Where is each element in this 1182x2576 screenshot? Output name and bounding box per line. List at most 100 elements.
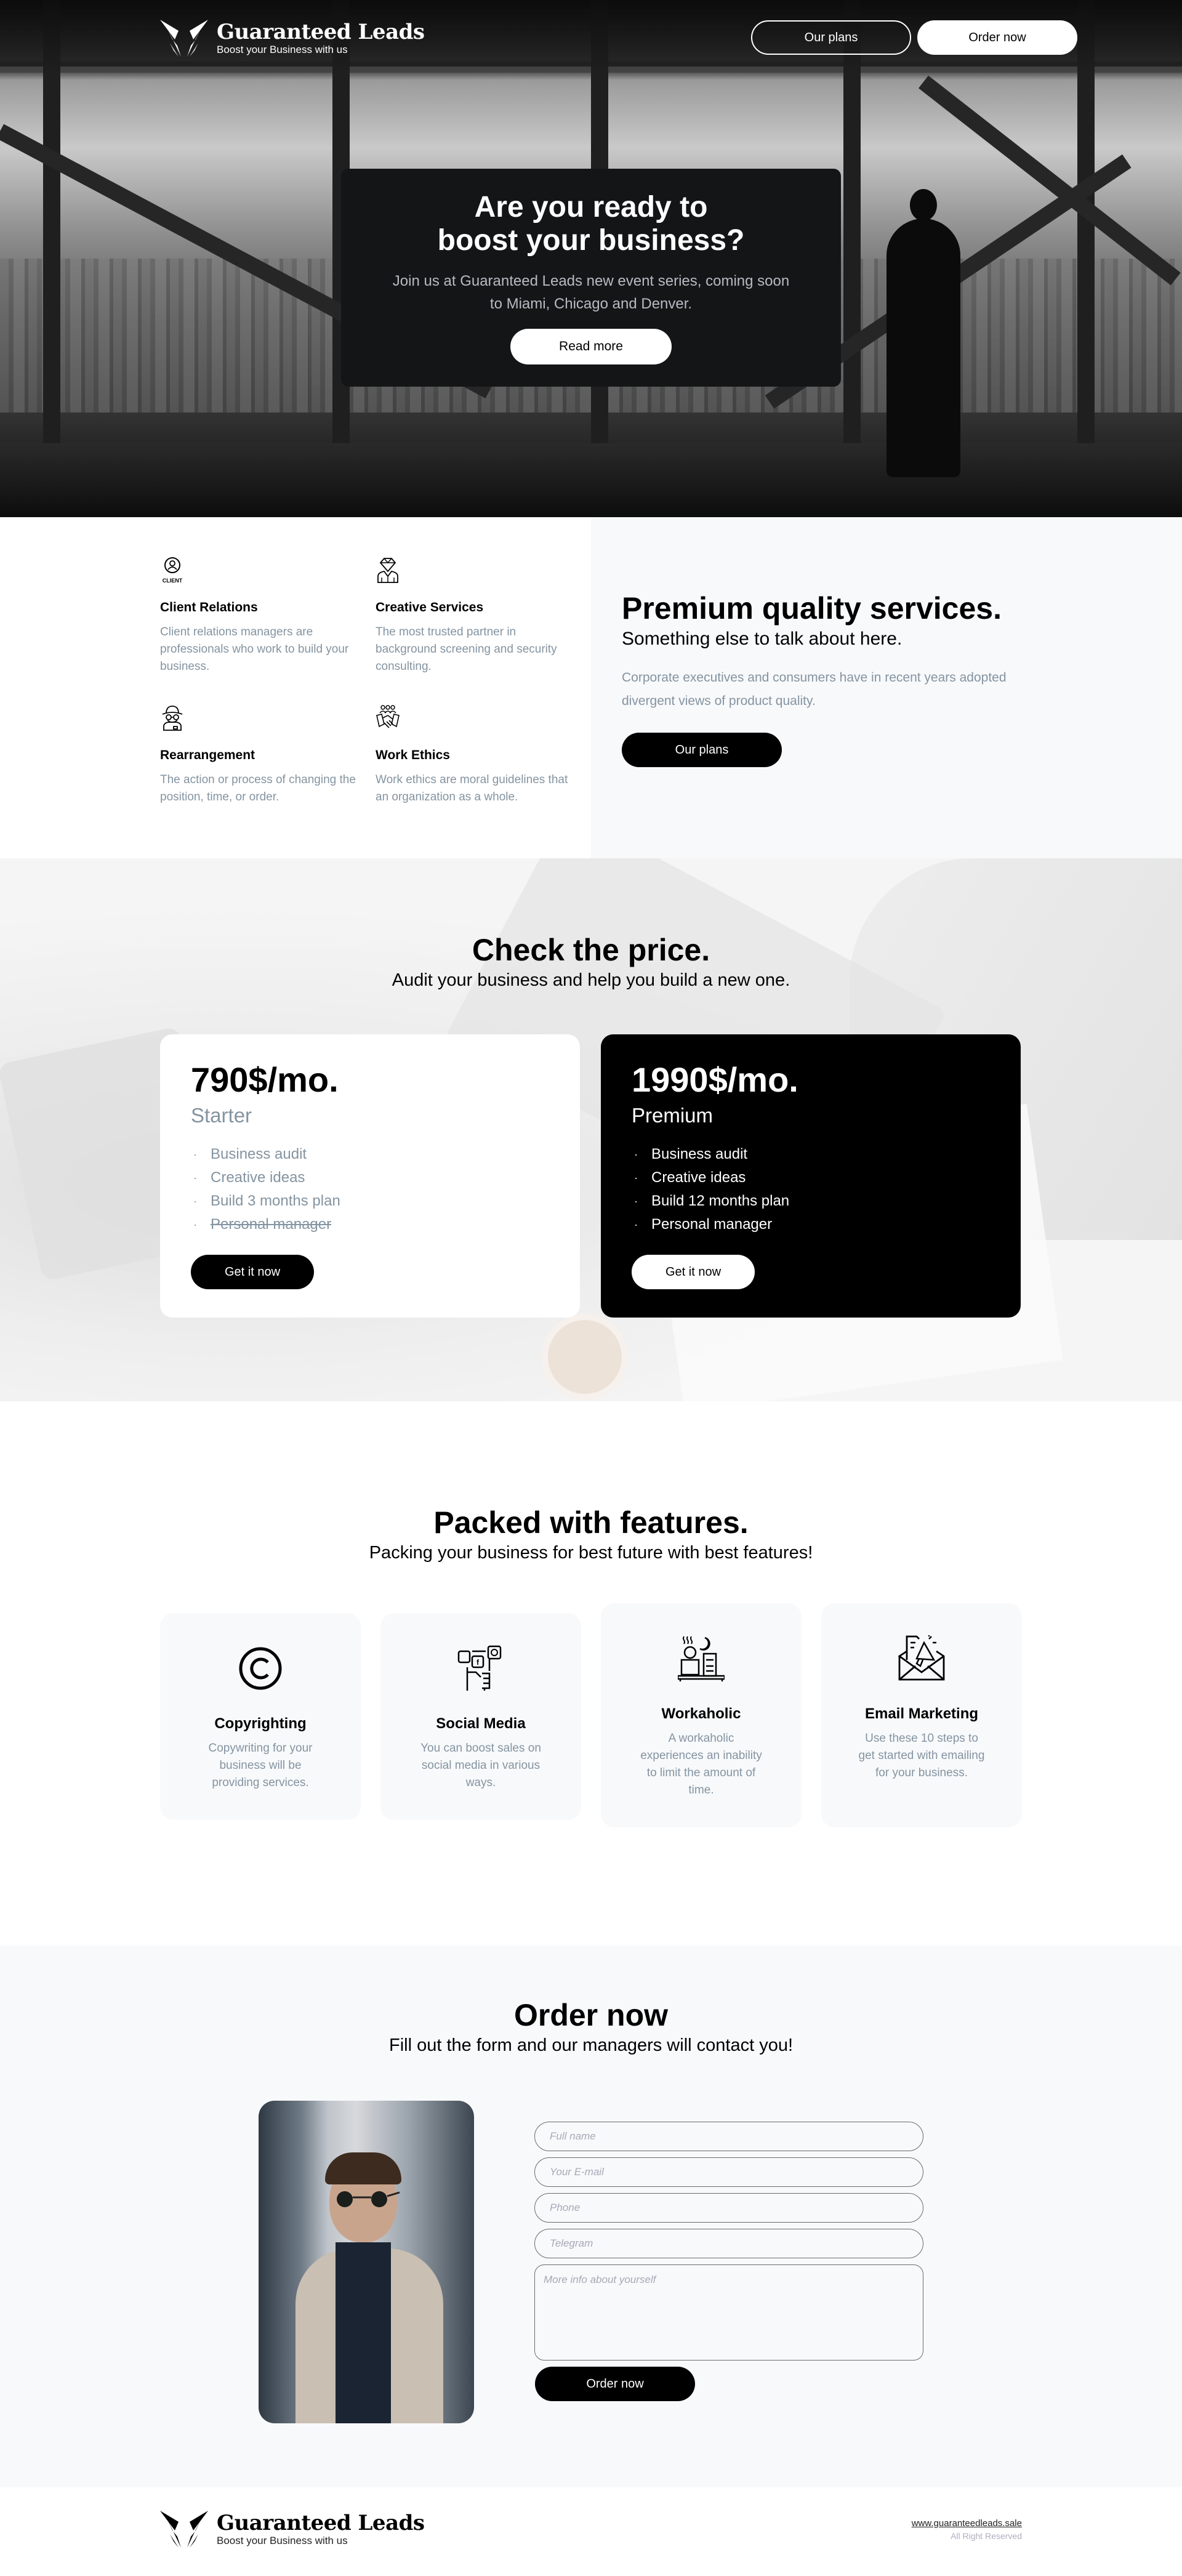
client-icon: CLIENT bbox=[163, 557, 183, 584]
pricing-subtitle: Audit your business and help you build a… bbox=[392, 970, 790, 990]
footer: Guaranteed Leads Boost your Business wit… bbox=[0, 2487, 1182, 2576]
plan-feature: · Business audit bbox=[191, 1143, 549, 1166]
feature-card: Email Marketing Use these 10 steps to ge… bbox=[821, 1603, 1022, 1827]
feature-title: Copyrighting bbox=[214, 1715, 307, 1732]
hero-title-line2: boost your business? bbox=[437, 224, 745, 257]
feature-card: Workaholic A workaholic experiences an i… bbox=[601, 1603, 802, 1827]
nav-our-plans-button[interactable]: Our plans bbox=[751, 20, 911, 55]
social-media-icon: f bbox=[457, 1645, 502, 1691]
get-it-now-premium-button[interactable]: Get it now bbox=[632, 1255, 755, 1289]
manager-photo bbox=[259, 2101, 474, 2423]
premium-title: Premium quality services. bbox=[622, 591, 1002, 626]
brand-tagline: Boost your Business with us bbox=[217, 44, 348, 55]
pricing-section: Check the price. Audit your business and… bbox=[0, 858, 1182, 1401]
plan-feature-excluded: · Personal manager bbox=[191, 1213, 549, 1236]
hero-description: Join us at Guaranteed Leads new event se… bbox=[341, 270, 841, 315]
hero-title-line1: Are you ready to bbox=[474, 191, 708, 223]
more-info-textarea[interactable] bbox=[534, 2264, 923, 2361]
feature-card: f Social Media You can boost sales on so… bbox=[380, 1613, 581, 1820]
hero-card: Are you ready to boost your business? Jo… bbox=[341, 169, 841, 387]
service-item: Creative Services The most trusted partn… bbox=[376, 557, 579, 675]
service-item: CLIENT Client Relations Client relations… bbox=[160, 557, 363, 675]
features-section: Packed with features. Packing your busin… bbox=[0, 1401, 1182, 1946]
get-it-now-starter-button[interactable]: Get it now bbox=[191, 1255, 314, 1289]
service-description: Work ethics are moral guidelines that an… bbox=[376, 773, 568, 803]
brand-name: Guaranteed Leads bbox=[217, 2511, 425, 2535]
premium-our-plans-button[interactable]: Our plans bbox=[622, 733, 782, 767]
premium-subtitle: Something else to talk about here. bbox=[622, 629, 903, 649]
bullet-icon: · bbox=[634, 1195, 638, 1207]
plan-feature: · Build 3 months plan bbox=[191, 1189, 549, 1213]
plan-feature: · Creative ideas bbox=[191, 1166, 549, 1189]
phone-input[interactable] bbox=[534, 2193, 923, 2223]
brand-logo[interactable]: Guaranteed Leads Boost your Business wit… bbox=[160, 18, 425, 58]
footer-rights: All Right Reserved bbox=[951, 2531, 1022, 2541]
bullet-icon: · bbox=[193, 1195, 197, 1207]
plan-card-premium: 1990$/mo. Premium · Business audit · Creat… bbox=[601, 1034, 1021, 1318]
feature-title: Workaholic bbox=[661, 1705, 741, 1722]
features-subtitle: Packing your business for best future wi… bbox=[369, 1543, 813, 1563]
services-section: CLIENT Client Relations Client relations… bbox=[0, 517, 1182, 858]
bullet-icon: · bbox=[634, 1148, 638, 1161]
service-description: The most trusted partner in background s… bbox=[376, 626, 557, 673]
bullet-icon: · bbox=[634, 1218, 638, 1231]
top-nav: Guaranteed Leads Boost your Business wit… bbox=[0, 0, 1182, 74]
brand-name: Guaranteed Leads bbox=[217, 20, 425, 44]
detective-icon bbox=[162, 706, 183, 731]
bullet-icon: · bbox=[193, 1218, 197, 1231]
plan-feature-list: · Business audit · Creative ideas · Build 1… bbox=[632, 1143, 990, 1236]
service-description: The action or process of changing the po… bbox=[160, 773, 356, 803]
footer-brand-logo[interactable]: Guaranteed Leads Boost your Business wit… bbox=[160, 2510, 425, 2549]
service-item: Rearrangement The action or process of c… bbox=[160, 704, 363, 806]
order-subtitle: Fill out the form and our managers will … bbox=[388, 2035, 794, 2055]
service-description: Client relations managers are profession… bbox=[160, 626, 349, 673]
svg-text:f: f bbox=[476, 1658, 480, 1667]
plan-feature: · Creative ideas bbox=[632, 1166, 990, 1189]
hero-description-line2: to Miami, Chicago and Denver. bbox=[489, 296, 693, 312]
workaholic-icon bbox=[678, 1636, 725, 1681]
nav-order-now-button[interactable]: Order now bbox=[917, 20, 1077, 55]
features-title: Packed with features. bbox=[433, 1505, 749, 1540]
feature-title: Email Marketing bbox=[864, 1705, 979, 1722]
order-title: Order now bbox=[513, 1998, 669, 2032]
plan-card-starter: 790$/mo. Starter · Business audit · Creati… bbox=[160, 1034, 580, 1318]
plan-price: 790$/mo. bbox=[191, 1060, 339, 1099]
feature-description: A workaholic experiences an inability to… bbox=[640, 1732, 762, 1797]
email-input[interactable] bbox=[534, 2157, 923, 2187]
service-item: Work Ethics Work ethics are moral guidel… bbox=[376, 704, 579, 806]
handshake-team-icon bbox=[376, 705, 400, 728]
full-name-input[interactable] bbox=[534, 2122, 923, 2151]
footer-website-link[interactable]: www.guaranteedleads.sale bbox=[912, 2518, 1022, 2529]
hero-description-line1: Join us at Guaranteed Leads new event se… bbox=[392, 273, 790, 289]
plan-name: Starter bbox=[191, 1104, 252, 1127]
copyright-icon bbox=[239, 1647, 282, 1690]
pricing-title: Check the price. bbox=[472, 933, 710, 967]
service-title: Rearrangement bbox=[160, 748, 255, 762]
services-grid: CLIENT Client Relations Client relations… bbox=[0, 517, 591, 858]
bullet-icon: · bbox=[634, 1172, 638, 1184]
hero-section: Guaranteed Leads Boost your Business wit… bbox=[0, 0, 1182, 517]
bullet-icon: · bbox=[193, 1172, 197, 1184]
telegram-input[interactable] bbox=[534, 2229, 923, 2258]
feature-title: Social Media bbox=[436, 1715, 526, 1732]
order-submit-button[interactable]: Order now bbox=[535, 2367, 695, 2401]
plan-feature: · Personal manager bbox=[632, 1213, 990, 1236]
feature-description: You can boost sales on social media in v… bbox=[420, 1742, 541, 1789]
plan-price: 1990$/mo. bbox=[632, 1060, 798, 1099]
bullet-icon: · bbox=[193, 1148, 197, 1161]
plan-feature-list: · Business audit · Creative ideas · Build 3… bbox=[191, 1143, 549, 1236]
order-section: Order now Fill out the form and our mana… bbox=[0, 1946, 1182, 2487]
read-more-button[interactable]: Read more bbox=[510, 329, 672, 364]
service-title: Work Ethics bbox=[376, 748, 450, 762]
premium-description: Corporate executives and consumers have … bbox=[622, 670, 1007, 708]
service-title: Creative Services bbox=[376, 600, 484, 614]
feature-card: Copyrighting Copywriting for your busine… bbox=[160, 1613, 361, 1820]
logo-icon bbox=[160, 20, 208, 57]
service-title: Client Relations bbox=[160, 600, 258, 614]
plan-name: Premium bbox=[632, 1104, 714, 1127]
diamond-businessman-icon bbox=[377, 558, 398, 583]
brand-tagline: Boost your Business with us bbox=[217, 2535, 348, 2546]
plan-feature: · Build 12 months plan bbox=[632, 1189, 990, 1213]
pricing-background-coffee bbox=[542, 1314, 628, 1400]
sunglasses-graphic bbox=[337, 2191, 400, 2207]
